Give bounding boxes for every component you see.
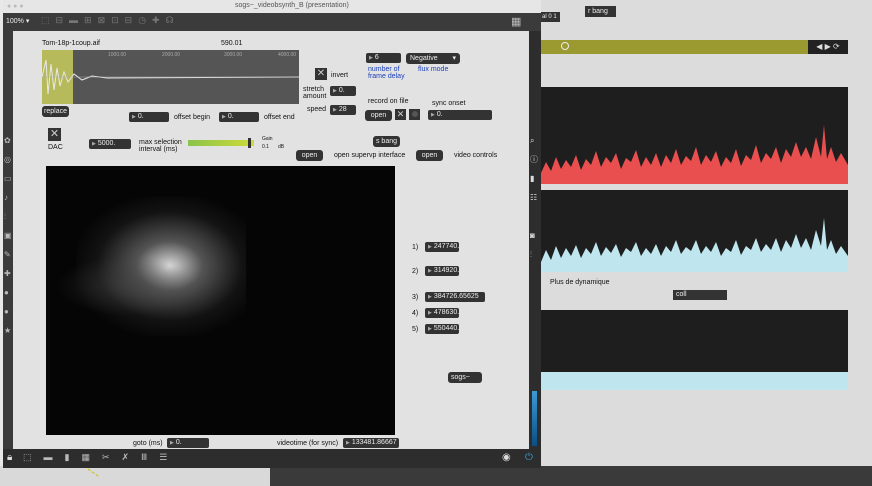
sogs-object[interactable]: sogs~ (448, 372, 482, 383)
max-selection-label-1: max selection (139, 139, 182, 146)
zoom-select[interactable]: 100% ▾ (6, 17, 29, 25)
offset-end-label: offset end (264, 114, 295, 121)
gain-unit: dB (278, 144, 285, 150)
left-sidebar-icons[interactable]: ✿ ◎ ▭ ♪ ⫶ ▣ ✎ ✚ ● ● ★ (4, 131, 13, 340)
flux-mode-label: flux mode (418, 66, 449, 73)
marker-index-5: 5) (412, 326, 419, 333)
level-meter (532, 391, 537, 446)
transport-controls[interactable]: ◀ ▶ ⟳ (808, 40, 848, 54)
marker-value-3[interactable]: 384726.65625 (425, 292, 485, 302)
marker-value-2[interactable]: 314920. (425, 266, 459, 276)
red-spectrum-graph (541, 125, 848, 184)
window-title: sogs~_videobsynth_B (presentation) (235, 2, 349, 9)
marker-value-5[interactable]: 550440. (425, 324, 459, 334)
playhead-slider[interactable] (541, 40, 808, 54)
dark-scope (541, 310, 848, 372)
waveform-graph (42, 59, 299, 95)
supervp-label: open supervp interface (334, 152, 406, 159)
invert-toggle[interactable]: ✕ (315, 68, 327, 80)
offset-begin-number[interactable]: 0. (129, 112, 169, 122)
gain-slider-thumb[interactable] (248, 138, 251, 148)
main-window: ● ● ● sogs~_videobsynth_B (presentation)… (3, 0, 541, 468)
record-indicator[interactable] (409, 109, 420, 120)
frame-delay-label-2: frame delay (368, 73, 405, 80)
speed-number[interactable]: 28 (330, 105, 356, 115)
play-icon[interactable]: ◉ (502, 452, 511, 463)
toolbar-icons[interactable]: ⬚⊟▬⊞⊠⊡⊟◷✚☊ (41, 15, 180, 26)
background-top-fragment: al 0 1 (540, 12, 560, 22)
videotime-label: videotime (for sync) (277, 440, 339, 447)
offset-begin-label: offset begin (174, 114, 211, 121)
waveform-tick-4: 4000.00 (278, 52, 297, 58)
stretch-label-2: amount (303, 93, 327, 100)
grid-icon[interactable]: ▦ (511, 15, 521, 28)
record-toggle[interactable]: ✕ (395, 109, 406, 120)
gain-label: Gain (262, 136, 273, 142)
lock-icon[interactable]: 🔒︎ (7, 452, 12, 463)
cyan-spectrum-scope (541, 190, 848, 272)
sync-onset-number[interactable]: 0. (428, 110, 492, 120)
marker-index-4: 4) (412, 310, 419, 317)
offset-end-number[interactable]: 0. (219, 112, 259, 122)
open-video-button[interactable]: open (416, 150, 443, 161)
bottom-toolbar: 🔒︎ ⬚▬▮▦✂✗Ⅲ☰ ◉ ⏻ (3, 449, 541, 468)
max-selection-label-2: interval (ms) (139, 146, 178, 153)
goto-number[interactable]: 0. (167, 438, 209, 448)
waveform-tick-3: 3000.00 (224, 52, 243, 58)
video-controls-label: video controls (454, 152, 498, 159)
marker-value-1[interactable]: 247740. (425, 242, 459, 252)
red-spectrum-scope (541, 87, 848, 184)
cyan-spectrum-graph (541, 218, 848, 272)
gain-value: 0.1 (262, 144, 269, 150)
s-bang-button[interactable]: s bang (373, 136, 400, 147)
marker-index-3: 3) (412, 294, 419, 301)
video-shadow (56, 256, 196, 316)
file-name: Tom-18p-1coup.aif (42, 40, 100, 47)
title-bar: ● ● ● sogs~_videobsynth_B (presentation) (3, 0, 541, 13)
videotime-number[interactable]: 133481.86667 (343, 438, 399, 448)
marker-index-1: 1) (412, 244, 419, 251)
flux-mode-menu[interactable]: Negative ▾ (406, 53, 460, 64)
file-duration: 590.01 (221, 40, 243, 47)
marker-value-4[interactable]: 478630. (425, 308, 459, 318)
cyan-bar (541, 372, 848, 390)
right-sidebar-icons[interactable]: ⌕ ⓘ ▮ ☷ ◙ ⫶ (530, 131, 540, 264)
coll-object[interactable]: coll (673, 290, 727, 300)
waveform-tick-2: 2000.00 (162, 52, 181, 58)
goto-label: goto (ms) (133, 440, 163, 447)
bottom-toolbar-icons[interactable]: ⬚▬▮▦✂✗Ⅲ☰ (23, 452, 179, 463)
max-selection-number[interactable]: 5000. (89, 139, 131, 149)
toolbar: 100% ▾ ⬚⊟▬⊞⊠⊡⊟◷✚☊ ▦ (3, 13, 541, 31)
presentation-canvas: Tom-18p-1coup.aif 590.01 1000.00 2000.00… (13, 31, 529, 450)
flux-mode-value: Negative (410, 55, 438, 62)
r-bang-object[interactable]: r bang (585, 6, 616, 17)
chevron-down-icon: ▾ (452, 55, 456, 62)
power-icon[interactable]: ⏻ (525, 452, 533, 463)
dac-toggle[interactable]: ✕ (48, 128, 61, 141)
window-controls[interactable]: ● ● ● (7, 3, 24, 10)
invert-label: invert (331, 72, 349, 79)
stretch-label-1: stretch (303, 86, 325, 93)
frame-delay-number[interactable]: 6 (366, 53, 401, 63)
video-display (46, 166, 395, 435)
waveform-display[interactable]: 1000.00 2000.00 3000.00 4000.00 (42, 50, 299, 104)
gain-slider[interactable] (188, 140, 254, 146)
plus-dynamique-label: Plus de dynamique (550, 279, 610, 286)
right-sidebar: ⌕ ⓘ ▮ ☷ ◙ ⫶ (529, 31, 541, 449)
waveform-tick-1: 1000.00 (108, 52, 127, 58)
open-supervp-button[interactable]: open (296, 150, 323, 161)
left-sidebar: ✿ ◎ ▭ ♪ ⫶ ▣ ✎ ✚ ● ● ★ (3, 31, 13, 449)
replace-button[interactable]: replace (42, 106, 69, 117)
slider-knob[interactable] (561, 42, 569, 50)
frame-delay-label-1: number of (368, 66, 400, 73)
record-open-button[interactable]: open (365, 110, 392, 121)
record-label: record on file (368, 98, 409, 105)
stretch-number[interactable]: 0. (330, 86, 356, 96)
dac-label: DAC (48, 144, 63, 151)
background-bottom-canvas (0, 466, 270, 486)
sync-onset-label: sync onset (432, 100, 466, 107)
speed-label: speed (307, 106, 327, 113)
marker-index-2: 2) (412, 268, 419, 275)
